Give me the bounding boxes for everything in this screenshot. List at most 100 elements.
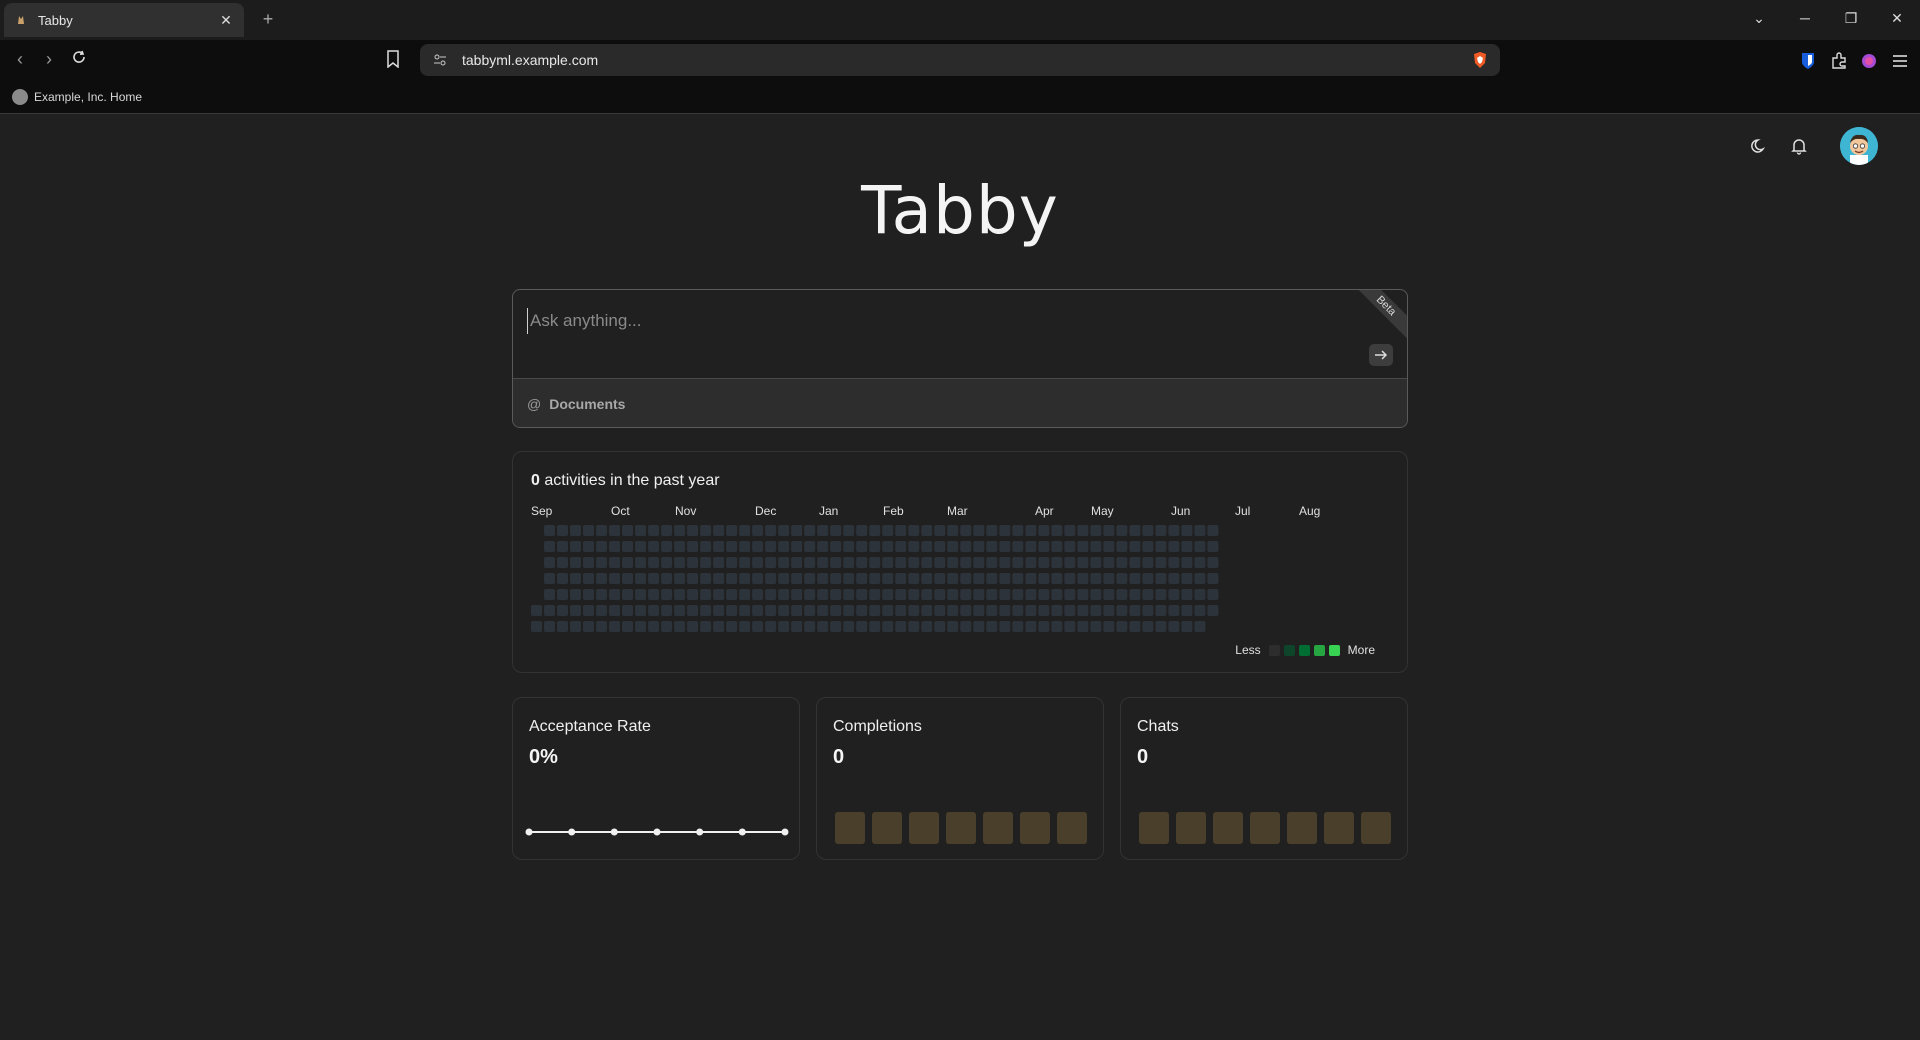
activity-cell <box>1181 621 1193 632</box>
activity-cell <box>752 573 764 584</box>
activity-cell <box>1012 589 1024 600</box>
activity-cell <box>622 605 634 616</box>
activity-cell <box>726 541 738 552</box>
submit-button[interactable] <box>1369 344 1393 366</box>
activity-cell <box>1207 525 1219 536</box>
activity-cell <box>713 557 725 568</box>
activity-cell <box>934 541 946 552</box>
theme-toggle-moon-icon[interactable] <box>1750 137 1770 157</box>
activity-cell <box>609 557 621 568</box>
extensions-puzzle-icon[interactable] <box>1830 52 1848 70</box>
activity-cell <box>557 605 569 616</box>
activity-cell <box>1116 621 1128 632</box>
activity-cell <box>1012 541 1024 552</box>
activity-cell <box>544 605 556 616</box>
activity-cell <box>1207 589 1219 600</box>
activity-months: Sep Oct Nov Dec Jan Feb Mar Apr May Jun Jul Aug <box>531 504 1391 518</box>
forward-button[interactable]: › <box>38 49 60 70</box>
tab-close-icon[interactable]: ✕ <box>218 12 234 29</box>
activity-cell <box>1194 541 1206 552</box>
activity-cell <box>1090 573 1102 584</box>
ask-input[interactable] <box>527 308 1327 334</box>
activity-cell <box>960 557 972 568</box>
menu-icon[interactable] <box>1891 52 1909 70</box>
activity-cell <box>830 605 842 616</box>
activity-cell <box>661 525 673 536</box>
bitwarden-extension-icon[interactable] <box>1800 52 1818 70</box>
activity-cell <box>635 525 647 536</box>
activity-cell <box>583 525 595 536</box>
month-label: Apr <box>1035 504 1054 518</box>
activity-cell <box>1142 557 1154 568</box>
activity-cell <box>609 541 621 552</box>
activity-cell <box>1051 573 1063 584</box>
arrow-right-icon <box>1375 350 1388 360</box>
reload-button[interactable] <box>68 49 90 70</box>
new-tab-button[interactable]: + <box>258 9 278 30</box>
minimize-button[interactable]: ─ <box>1782 10 1828 27</box>
restore-button[interactable]: ❐ <box>1828 10 1874 27</box>
tab-list-chevron-icon[interactable]: ⌄ <box>1736 10 1782 27</box>
activity-cell <box>973 589 985 600</box>
activity-cell <box>570 525 582 536</box>
bookmark-icon[interactable] <box>386 50 400 73</box>
activity-cell <box>1155 573 1167 584</box>
activity-cell <box>739 573 751 584</box>
activity-cell <box>1051 621 1063 632</box>
leo-ai-icon[interactable] <box>1860 52 1878 70</box>
activity-cell <box>1090 589 1102 600</box>
activity-cell <box>739 589 751 600</box>
notification-bell-icon[interactable] <box>1790 137 1810 157</box>
activity-cell <box>648 605 660 616</box>
close-window-button[interactable]: ✕ <box>1874 10 1920 27</box>
activity-cell <box>1207 573 1219 584</box>
activity-cell <box>700 557 712 568</box>
activity-cell <box>817 605 829 616</box>
activity-cell <box>1142 573 1154 584</box>
legend-swatch <box>1298 644 1310 656</box>
address-bar[interactable]: tabbyml.example.com <box>420 44 1500 76</box>
user-avatar[interactable] <box>1840 127 1878 165</box>
activity-cell <box>960 589 972 600</box>
site-settings-icon[interactable] <box>432 52 448 68</box>
activity-cell <box>882 557 894 568</box>
activity-cell <box>856 589 868 600</box>
activity-cell <box>830 573 842 584</box>
activity-cell <box>674 589 686 600</box>
activity-cell <box>622 621 634 632</box>
brave-shield-icon[interactable] <box>1472 51 1488 69</box>
activity-cell <box>713 525 725 536</box>
activity-cell <box>869 589 881 600</box>
activity-cell <box>778 525 790 536</box>
activity-cell <box>1038 573 1050 584</box>
activity-cell <box>882 589 894 600</box>
activity-cell <box>999 525 1011 536</box>
chats-value: 0 <box>1137 746 1149 768</box>
activity-cell <box>817 525 829 536</box>
activity-cell <box>1038 589 1050 600</box>
activity-cell <box>713 541 725 552</box>
activity-cell <box>791 541 803 552</box>
back-button[interactable]: ‹ <box>9 49 31 70</box>
activity-cell <box>687 589 699 600</box>
activity-cell <box>726 589 738 600</box>
browser-tab[interactable]: Tabby ✕ <box>4 3 244 37</box>
chats-bar <box>1250 812 1280 844</box>
activity-cell <box>596 541 608 552</box>
activity-cell <box>986 621 998 632</box>
acceptance-rate-sparkline <box>525 828 789 836</box>
activity-cell <box>986 525 998 536</box>
activity-cell <box>1103 605 1115 616</box>
chats-bar <box>1139 812 1169 844</box>
activity-cell <box>1142 525 1154 536</box>
at-mention-icon: @ <box>527 396 542 412</box>
activity-cell <box>1142 589 1154 600</box>
activity-cell <box>1051 589 1063 600</box>
activity-cell <box>973 605 985 616</box>
activity-cell <box>570 541 582 552</box>
activity-cell <box>648 541 660 552</box>
activity-cell <box>1129 621 1141 632</box>
documents-button[interactable]: Documents <box>549 396 625 412</box>
activity-cell <box>700 605 712 616</box>
bookmark-item[interactable]: Example, Inc. Home <box>34 90 142 104</box>
